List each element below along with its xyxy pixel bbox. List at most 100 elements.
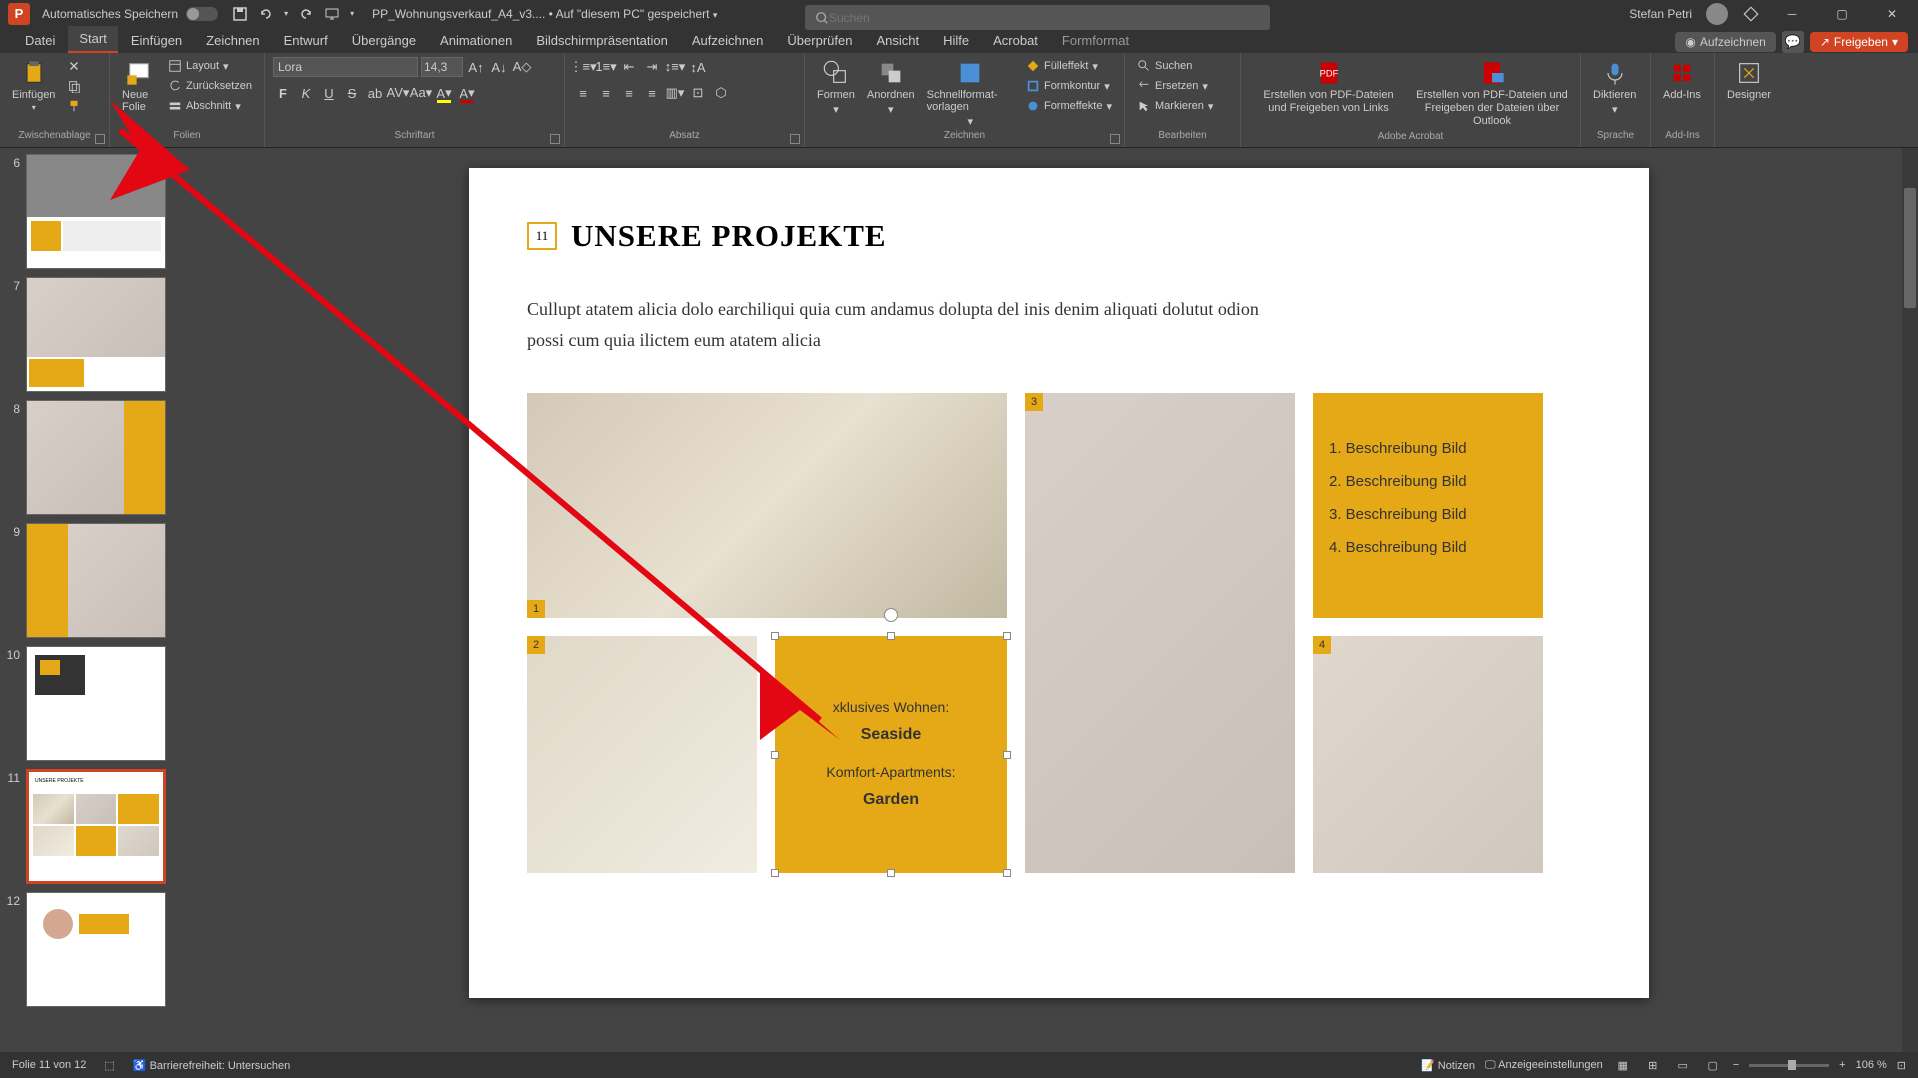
effects-button[interactable]: Formeffekte ▾ [1022,97,1116,115]
font-launcher[interactable] [550,134,560,144]
normal-view-button[interactable]: ▦ [1613,1057,1633,1073]
addins-button[interactable]: Add-Ins [1659,57,1705,103]
handle-bl[interactable] [771,869,779,877]
project-image-2[interactable]: 2 [527,636,757,873]
align-right-button[interactable]: ≡ [619,83,639,103]
slide-counter[interactable]: Folie 11 von 12 [12,1059,86,1071]
slide-thumb-6[interactable] [26,154,166,269]
clear-format-button[interactable]: A◇ [512,57,532,77]
underline-button[interactable]: U [319,83,339,103]
slide-thumb-12[interactable] [26,892,166,1007]
search-box[interactable] [805,5,1270,30]
select-button[interactable]: Markieren ▾ [1133,97,1217,115]
document-title[interactable]: PP_Wohnungsverkauf_A4_v3.... • Auf "dies… [372,7,717,21]
tab-entwurf[interactable]: Entwurf [273,28,339,53]
new-slide-button[interactable]: Neue Folie [118,57,160,115]
undo-dropdown[interactable]: ▾ [284,9,288,18]
auto-save-toggle[interactable]: Automatisches Speichern [42,7,218,21]
shapes-button[interactable]: Formen▾ [813,57,859,118]
handle-ml[interactable] [771,751,779,759]
close-button[interactable]: ✕ [1874,4,1910,24]
project-image-1[interactable]: 1 [527,393,1007,618]
font-color-button[interactable]: A▾ [457,83,477,103]
toggle-switch[interactable] [186,7,218,21]
clipboard-launcher[interactable] [95,134,105,144]
tab-einfuegen[interactable]: Einfügen [120,28,193,53]
bullets-button[interactable]: ⋮≡▾ [573,57,593,77]
rotate-handle[interactable] [884,608,898,622]
undo-icon[interactable] [258,6,274,22]
handle-bc[interactable] [887,869,895,877]
handle-tr[interactable] [1003,632,1011,640]
handle-tc[interactable] [887,632,895,640]
reading-view-button[interactable]: ▭ [1673,1057,1693,1073]
description-box[interactable]: 1. Beschreibung Bild 2. Beschreibung Bil… [1313,393,1543,618]
line-spacing-button[interactable]: ↕≡▾ [665,57,685,77]
qat-dropdown[interactable]: ▾ [350,9,354,18]
shadow-button[interactable]: ab [365,83,385,103]
tab-ueberpruefen[interactable]: Überprüfen [776,28,863,53]
tab-animationen[interactable]: Animationen [429,28,523,53]
reset-button[interactable]: Zurücksetzen [164,77,256,95]
pdf-share-links-button[interactable]: PDFErstellen von PDF-Dateien und Freigeb… [1249,57,1408,117]
project-image-3[interactable]: 3 [1025,393,1295,873]
strikethrough-button[interactable]: S [342,83,362,103]
replace-button[interactable]: Ersetzen ▾ [1133,77,1217,95]
start-show-icon[interactable] [324,6,340,22]
handle-br[interactable] [1003,869,1011,877]
italic-button[interactable]: K [296,83,316,103]
language-indicator[interactable]: ⬚ [104,1059,114,1072]
notes-button[interactable]: 📝 Notizen [1421,1059,1475,1072]
redo-icon[interactable] [298,6,314,22]
slide-title[interactable]: UNSERE PROJEKTE [571,218,887,254]
tab-zeichnen[interactable]: Zeichnen [195,28,270,53]
record-button[interactable]: ◉ Aufzeichnen [1675,32,1776,52]
paste-button[interactable]: Einfügen▾ [8,57,59,114]
tab-bildschirm[interactable]: Bildschirmpräsentation [525,28,679,53]
zoom-slider[interactable] [1749,1064,1829,1067]
pdf-share-outlook-button[interactable]: Erstellen von PDF-Dateien und Freigeben … [1412,57,1572,131]
align-left-button[interactable]: ≡ [573,83,593,103]
diamond-icon[interactable] [1742,5,1760,23]
display-settings-button[interactable]: 🖵 Anzeigeeinstellungen [1485,1059,1603,1072]
increase-font-button[interactable]: A↑ [466,57,486,77]
slide-thumb-11[interactable]: UNSERE PROJEKTE [26,769,166,884]
drawing-launcher[interactable] [1110,134,1120,144]
zoom-in-button[interactable]: + [1839,1059,1845,1071]
font-size-input[interactable] [421,57,463,77]
tab-uebergaenge[interactable]: Übergänge [341,28,427,53]
slide-thumb-8[interactable] [26,400,166,515]
tab-hilfe[interactable]: Hilfe [932,28,980,53]
handle-tl[interactable] [771,632,779,640]
section-button[interactable]: Abschnitt ▾ [164,97,256,115]
slide-description[interactable]: Cullupt atatem alicia dolo earchiliqui q… [527,294,1267,355]
arrange-button[interactable]: Anordnen▾ [863,57,919,118]
tab-acrobat[interactable]: Acrobat [982,28,1049,53]
minimize-button[interactable]: ─ [1774,4,1810,24]
quickstyles-button[interactable]: Schnellformat-vorlagen▾ [923,57,1018,130]
outline-button[interactable]: Formkontur ▾ [1022,77,1116,95]
numbering-button[interactable]: 1≡▾ [596,57,616,77]
user-avatar[interactable] [1706,3,1728,25]
char-spacing-button[interactable]: AV▾ [388,83,408,103]
layout-button[interactable]: Layout ▾ [164,57,256,75]
align-text-button[interactable]: ⊡ [688,83,708,103]
text-direction-button[interactable]: ↕A [688,57,708,77]
zoom-level[interactable]: 106 % [1856,1059,1887,1071]
save-icon[interactable] [232,6,248,22]
dictate-button[interactable]: Diktieren▾ [1589,57,1640,118]
scroll-thumb[interactable] [1904,188,1916,308]
sorter-view-button[interactable]: ⊞ [1643,1057,1663,1073]
copy-button[interactable] [63,77,85,95]
increase-indent-button[interactable]: ⇥ [642,57,662,77]
bold-button[interactable]: F [273,83,293,103]
user-name[interactable]: Stefan Petri [1629,7,1692,21]
share-button[interactable]: ↗ Freigeben ▾ [1810,32,1908,52]
columns-button[interactable]: ▥▾ [665,83,685,103]
cut-button[interactable] [63,57,85,75]
handle-mr[interactable] [1003,751,1011,759]
slide-thumb-10[interactable] [26,646,166,761]
fit-view-button[interactable]: ⊡ [1897,1059,1906,1072]
tab-start[interactable]: Start [68,26,117,53]
tab-aufzeichnen[interactable]: Aufzeichnen [681,28,775,53]
